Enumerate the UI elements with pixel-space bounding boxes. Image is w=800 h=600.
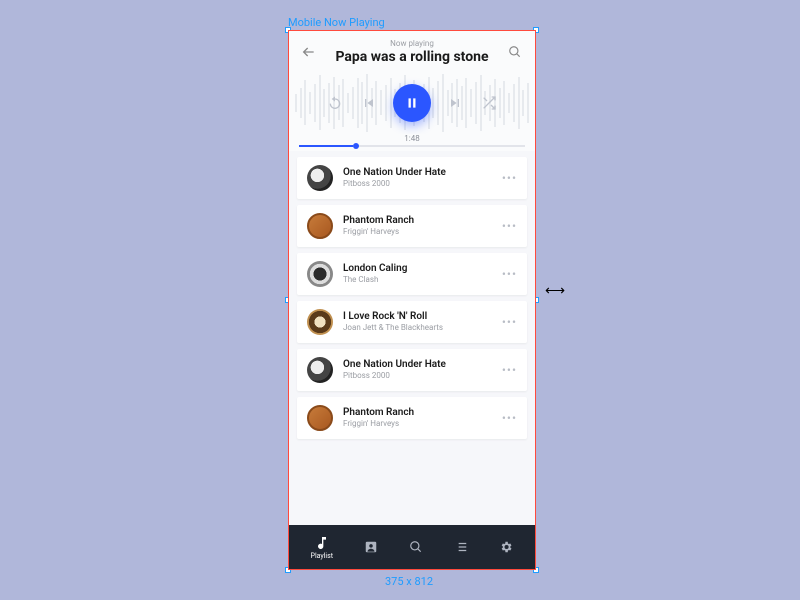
mobile-frame: Now playing Papa was a rolling stone	[288, 30, 536, 570]
track-artist: The Clash	[343, 275, 492, 284]
track-info: Phantom RanchFriggin' Harveys	[343, 215, 492, 236]
nav-playlist[interactable]: Playlist	[311, 535, 334, 560]
bottom-nav: Playlist	[289, 525, 535, 569]
artboard-label: Mobile Now Playing	[288, 16, 385, 29]
progress-bar[interactable]	[299, 145, 525, 147]
header: Now playing Papa was a rolling stone	[289, 31, 535, 72]
progress-thumb[interactable]	[353, 143, 359, 149]
nav-artists[interactable]	[364, 540, 378, 554]
track-info: I Love Rock 'N' RollJoan Jett & The Blac…	[343, 311, 492, 332]
elapsed-time: 1:48	[391, 134, 433, 143]
nav-label: Playlist	[311, 552, 334, 560]
track-title: One Nation Under Hate	[343, 167, 492, 178]
song-title: Papa was a rolling stone	[319, 49, 505, 66]
resize-cursor-icon: ⟷	[545, 283, 565, 299]
back-button[interactable]	[299, 42, 319, 62]
search-button[interactable]	[505, 42, 525, 62]
track-artist: Friggin' Harveys	[343, 227, 492, 236]
shuffle-button[interactable]	[479, 93, 499, 113]
track-info: Phantom RanchFriggin' Harveys	[343, 407, 492, 428]
progress-area: 1:48	[289, 134, 535, 151]
track-info: London CalingThe Clash	[343, 263, 492, 284]
track-title: One Nation Under Hate	[343, 359, 492, 370]
track-title: Phantom Ranch	[343, 215, 492, 226]
track-artist: Friggin' Harveys	[343, 419, 492, 428]
track-row[interactable]: One Nation Under HatePitboss 2000 •••	[297, 157, 527, 199]
track-title: Phantom Ranch	[343, 407, 492, 418]
album-art	[307, 357, 333, 383]
pause-button[interactable]	[393, 84, 431, 122]
track-artist: Pitboss 2000	[343, 179, 492, 188]
dimensions-label: 375 x 812	[385, 575, 433, 588]
more-button[interactable]: •••	[502, 363, 517, 377]
list-icon	[454, 540, 468, 554]
person-icon	[364, 540, 378, 554]
track-row[interactable]: Phantom RanchFriggin' Harveys •••	[297, 205, 527, 247]
track-row[interactable]: London CalingThe Clash •••	[297, 253, 527, 295]
more-button[interactable]: •••	[502, 171, 517, 185]
track-list: One Nation Under HatePitboss 2000•••Phan…	[289, 151, 535, 507]
nav-search[interactable]	[409, 540, 423, 554]
album-art	[307, 213, 333, 239]
waveform-area	[289, 72, 535, 134]
track-row[interactable]: Phantom RanchFriggin' Harveys •••	[297, 397, 527, 439]
album-art	[307, 261, 333, 287]
nav-queue[interactable]	[454, 540, 468, 554]
album-art	[307, 165, 333, 191]
track-info: One Nation Under HatePitboss 2000	[343, 167, 492, 188]
track-row[interactable]: One Nation Under HatePitboss 2000 •••	[297, 349, 527, 391]
previous-button[interactable]	[359, 93, 379, 113]
track-title: I Love Rock 'N' Roll	[343, 311, 492, 322]
more-button[interactable]: •••	[502, 219, 517, 233]
now-playing-overline: Now playing	[319, 39, 505, 48]
replay-button[interactable]	[325, 93, 345, 113]
track-row[interactable]: I Love Rock 'N' RollJoan Jett & The Blac…	[297, 301, 527, 343]
more-button[interactable]: •••	[502, 411, 517, 425]
next-button[interactable]	[445, 93, 465, 113]
gear-icon	[499, 540, 513, 554]
more-button[interactable]: •••	[502, 315, 517, 329]
track-artist: Pitboss 2000	[343, 371, 492, 380]
track-artist: Joan Jett & The Blackhearts	[343, 323, 492, 332]
track-title: London Caling	[343, 263, 492, 274]
progress-fill	[299, 145, 353, 147]
album-art	[307, 405, 333, 431]
album-art	[307, 309, 333, 335]
nav-settings[interactable]	[499, 540, 513, 554]
search-icon	[409, 540, 423, 554]
more-button[interactable]: •••	[502, 267, 517, 281]
track-info: One Nation Under HatePitboss 2000	[343, 359, 492, 380]
music-note-icon	[314, 535, 330, 551]
